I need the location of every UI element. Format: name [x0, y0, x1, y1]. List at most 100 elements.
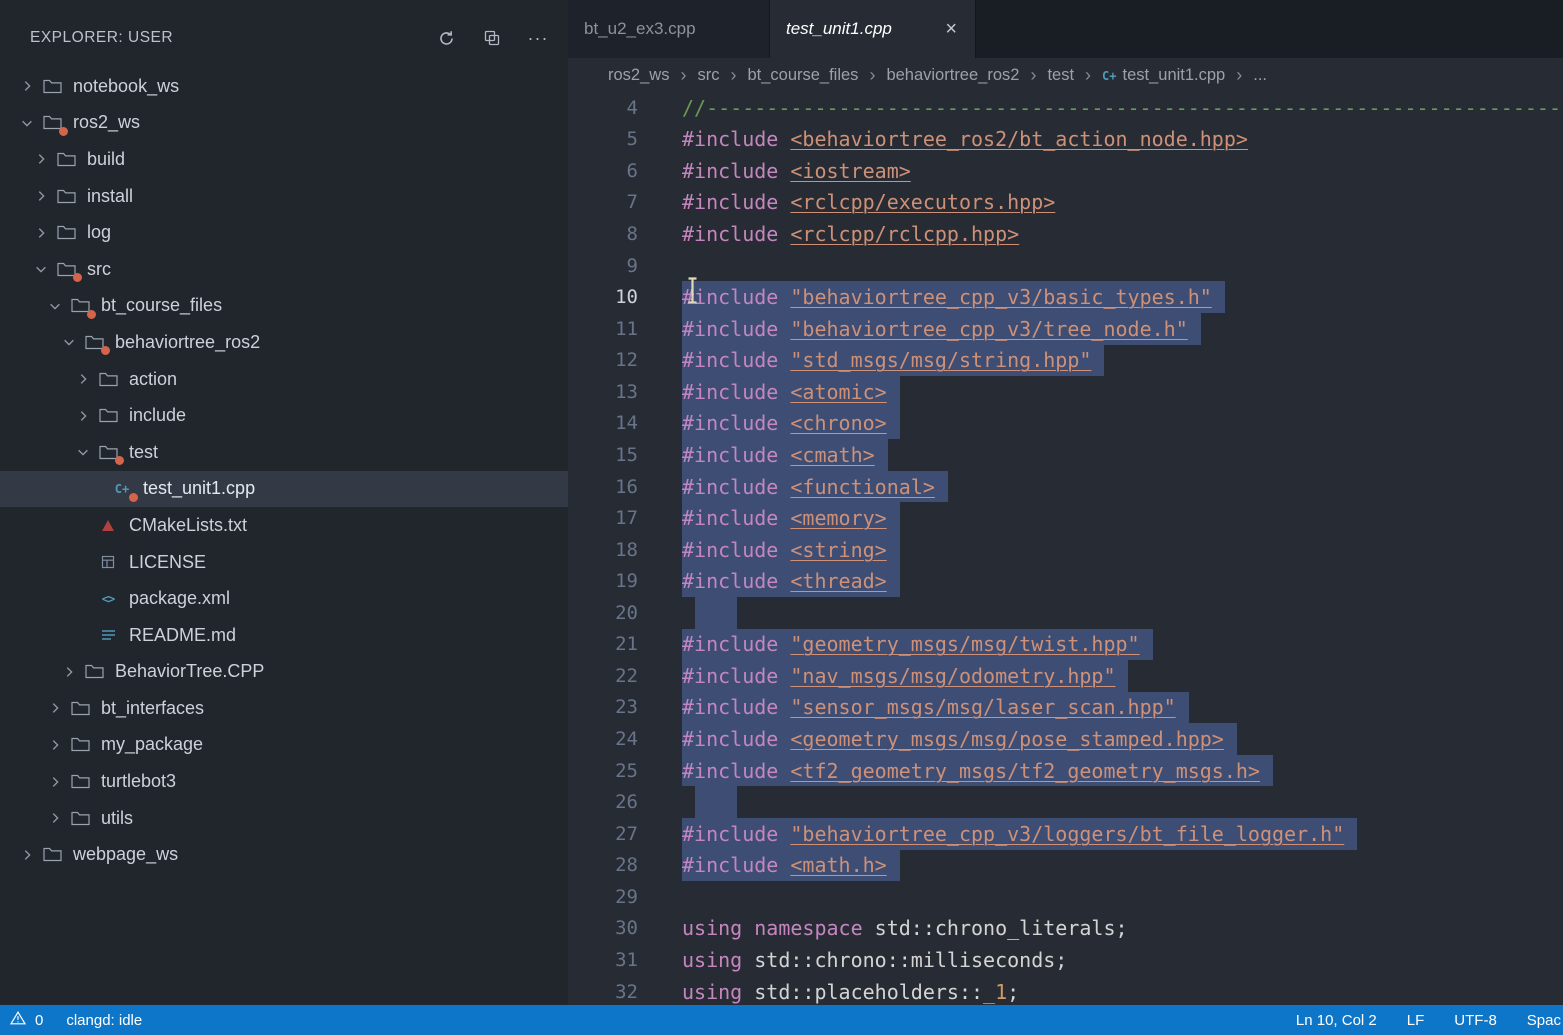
- tree-item-utils[interactable]: utils: [0, 800, 568, 837]
- code-line-10[interactable]: 10#include "behaviortree_cpp_v3/basic_ty…: [568, 281, 1563, 313]
- line-number[interactable]: 5: [568, 124, 638, 156]
- line-number[interactable]: 4: [568, 92, 638, 124]
- line-number[interactable]: 11: [568, 313, 638, 345]
- chevron-right-icon[interactable]: [42, 738, 68, 752]
- file-tree[interactable]: notebook_wsros2_wsbuildinstalllogsrcbt_c…: [0, 66, 568, 1005]
- chevron-right-icon[interactable]: [14, 79, 40, 93]
- tree-item-cmakelists-txt[interactable]: CMakeLists.txt: [0, 507, 568, 544]
- tree-item-test[interactable]: test: [0, 434, 568, 471]
- tree-item-include[interactable]: include: [0, 397, 568, 434]
- breadcrumb-item-[interactable]: ...: [1253, 66, 1267, 85]
- eol-indicator[interactable]: LF: [1407, 1012, 1425, 1029]
- code-line-7[interactable]: 7#include <rclcpp/executors.hpp>: [568, 187, 1563, 219]
- tree-item-install[interactable]: install: [0, 178, 568, 215]
- line-number[interactable]: 19: [568, 565, 638, 597]
- code-line-29[interactable]: 29: [568, 881, 1563, 913]
- line-number[interactable]: 32: [568, 976, 638, 1005]
- code-line-9[interactable]: 9: [568, 250, 1563, 282]
- line-number[interactable]: 18: [568, 534, 638, 566]
- code-line-25[interactable]: 25#include <tf2_geometry_msgs/tf2_geomet…: [568, 755, 1563, 787]
- refresh-icon[interactable]: [436, 28, 456, 48]
- chevron-right-icon[interactable]: [42, 701, 68, 715]
- tree-item-package-xml[interactable]: <>package.xml: [0, 580, 568, 617]
- line-number[interactable]: 15: [568, 439, 638, 471]
- tree-item-behaviortree-cpp[interactable]: BehaviorTree.CPP: [0, 654, 568, 691]
- code-line-6[interactable]: 6#include <iostream>: [568, 155, 1563, 187]
- code-line-22[interactable]: 22#include "nav_msgs/msg/odometry.hpp": [568, 660, 1563, 692]
- code-line-23[interactable]: 23#include "sensor_msgs/msg/laser_scan.h…: [568, 692, 1563, 724]
- tree-item-my-package[interactable]: my_package: [0, 727, 568, 764]
- line-number[interactable]: 16: [568, 471, 638, 503]
- code-line-19[interactable]: 19#include <thread>: [568, 565, 1563, 597]
- breadcrumb-item-test[interactable]: test: [1047, 66, 1074, 85]
- indent-indicator[interactable]: Spac: [1527, 1012, 1561, 1029]
- breadcrumb-item-behaviortree-ros2[interactable]: behaviortree_ros2: [886, 66, 1019, 85]
- code-line-32[interactable]: 32using std::placeholders::_1;: [568, 976, 1563, 1005]
- chevron-right-icon[interactable]: [28, 226, 54, 240]
- chevron-right-icon[interactable]: [70, 372, 96, 386]
- line-number[interactable]: 8: [568, 218, 638, 250]
- chevron-right-icon[interactable]: [56, 665, 82, 679]
- line-number[interactable]: 25: [568, 755, 638, 787]
- tree-item-notebook-ws[interactable]: notebook_ws: [0, 68, 568, 105]
- line-number[interactable]: 13: [568, 376, 638, 408]
- line-number[interactable]: 28: [568, 850, 638, 882]
- code-line-24[interactable]: 24#include <geometry_msgs/msg/pose_stamp…: [568, 723, 1563, 755]
- tree-item-test-unit1-cpp[interactable]: C+test_unit1.cpp: [0, 471, 568, 508]
- tree-item-build[interactable]: build: [0, 141, 568, 178]
- tree-item-bt-course-files[interactable]: bt_course_files: [0, 288, 568, 325]
- chevron-right-icon[interactable]: [28, 189, 54, 203]
- tab-bt-u2-ex3-cpp[interactable]: bt_u2_ex3.cpp: [568, 0, 770, 58]
- code-line-16[interactable]: 16#include <functional>: [568, 471, 1563, 503]
- breadcrumb-item-src[interactable]: src: [697, 66, 719, 85]
- code-line-31[interactable]: 31using std::chrono::milliseconds;: [568, 944, 1563, 976]
- line-number[interactable]: 31: [568, 944, 638, 976]
- line-number[interactable]: 27: [568, 818, 638, 850]
- code-line-17[interactable]: 17#include <memory>: [568, 502, 1563, 534]
- language-server-status[interactable]: clangd: idle: [66, 1012, 142, 1029]
- code-editor[interactable]: 4//-------------------------------------…: [568, 92, 1563, 1005]
- code-line-26[interactable]: 26: [568, 786, 1563, 818]
- tree-item-turtlebot3[interactable]: turtlebot3: [0, 763, 568, 800]
- breadcrumb-item-test-unit1-cpp[interactable]: C+test_unit1.cpp: [1102, 66, 1225, 85]
- code-line-12[interactable]: 12#include "std_msgs/msg/string.hpp": [568, 345, 1563, 377]
- line-number[interactable]: 6: [568, 155, 638, 187]
- code-line-18[interactable]: 18#include <string>: [568, 534, 1563, 566]
- chevron-down-icon[interactable]: [56, 335, 82, 349]
- chevron-down-icon[interactable]: [14, 116, 40, 130]
- code-line-4[interactable]: 4//-------------------------------------…: [568, 92, 1563, 124]
- chevron-down-icon[interactable]: [70, 445, 96, 459]
- breadcrumb-item-ros2-ws[interactable]: ros2_ws: [608, 66, 669, 85]
- tree-item-readme-md[interactable]: README.md: [0, 617, 568, 654]
- line-number[interactable]: 21: [568, 629, 638, 661]
- cursor-position[interactable]: Ln 10, Col 2: [1296, 1012, 1377, 1029]
- line-number[interactable]: 22: [568, 660, 638, 692]
- tree-item-src[interactable]: src: [0, 251, 568, 288]
- chevron-right-icon[interactable]: [42, 811, 68, 825]
- code-line-27[interactable]: 27#include "behaviortree_cpp_v3/loggers/…: [568, 818, 1563, 850]
- tree-item-behaviortree-ros2[interactable]: behaviortree_ros2: [0, 324, 568, 361]
- line-number[interactable]: 29: [568, 881, 638, 913]
- chevron-right-icon[interactable]: [28, 152, 54, 166]
- breadcrumb-item-bt-course-files[interactable]: bt_course_files: [747, 66, 858, 85]
- tree-item-license[interactable]: LICENSE: [0, 544, 568, 581]
- line-number[interactable]: 23: [568, 692, 638, 724]
- chevron-right-icon[interactable]: [14, 848, 40, 862]
- line-number[interactable]: 30: [568, 913, 638, 945]
- tab-test-unit1-cpp[interactable]: test_unit1.cpp ×: [770, 0, 976, 58]
- chevron-down-icon[interactable]: [28, 262, 54, 276]
- code-line-8[interactable]: 8#include <rclcpp/rclcpp.hpp>: [568, 218, 1563, 250]
- code-line-11[interactable]: 11#include "behaviortree_cpp_v3/tree_nod…: [568, 313, 1563, 345]
- chevron-right-icon[interactable]: [70, 409, 96, 423]
- line-number[interactable]: 24: [568, 723, 638, 755]
- line-number[interactable]: 14: [568, 408, 638, 440]
- line-number[interactable]: 26: [568, 786, 638, 818]
- line-number[interactable]: 10: [568, 281, 638, 313]
- chevron-right-icon[interactable]: [42, 775, 68, 789]
- code-line-28[interactable]: 28#include <math.h>: [568, 850, 1563, 882]
- warning-count[interactable]: 0: [35, 1012, 43, 1029]
- line-number[interactable]: 17: [568, 502, 638, 534]
- code-line-5[interactable]: 5#include <behaviortree_ros2/bt_action_n…: [568, 124, 1563, 156]
- line-number[interactable]: 20: [568, 597, 638, 629]
- line-number[interactable]: 7: [568, 187, 638, 219]
